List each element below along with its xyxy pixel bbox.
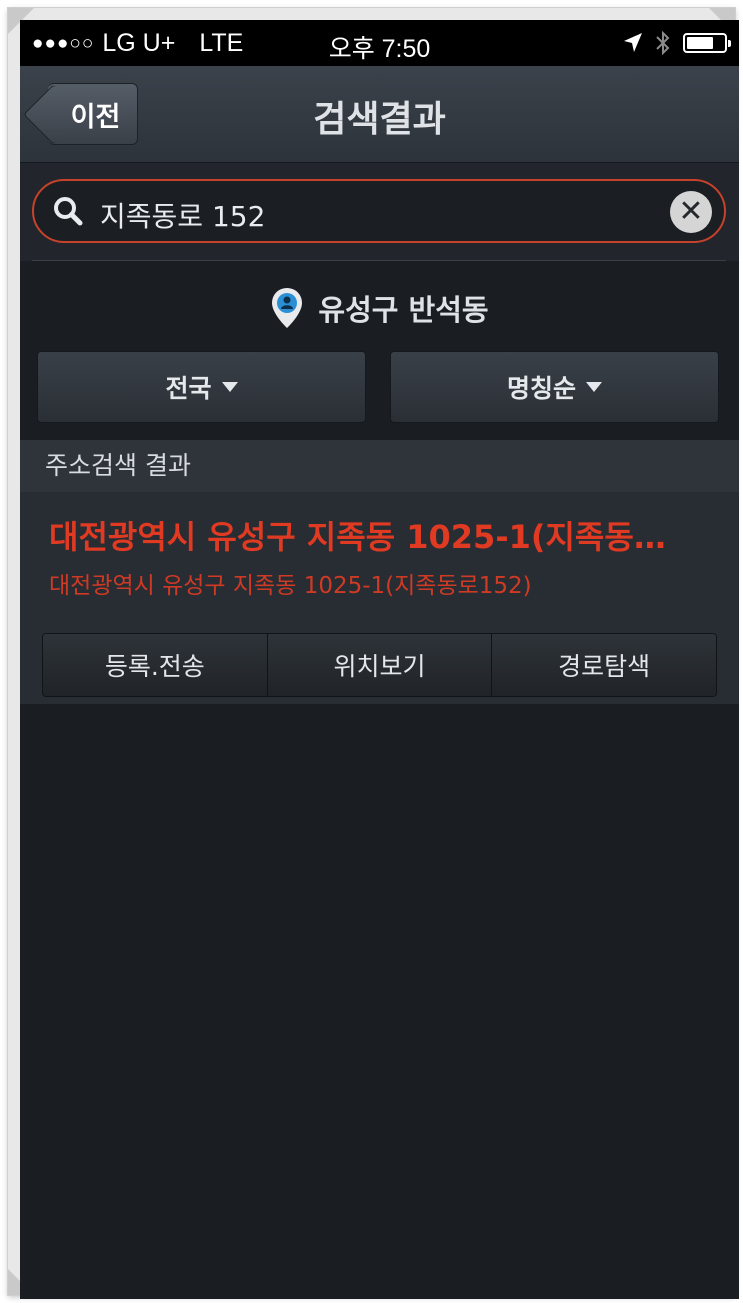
phone-screen: ●●●○○ LG U+ LTE 오후 7:50 이전 검색결과 지족동로 152… [20,20,739,1299]
page-title: 검색결과 [313,99,446,140]
caret-down-icon [586,382,602,392]
search-icon [54,197,83,226]
battery-level [687,37,713,49]
current-location: 유성구 반석동 [20,278,739,338]
screenshot-frame: ●●●○○ LG U+ LTE 오후 7:50 이전 검색결과 지족동로 152… [8,8,739,1299]
search-input-value: 지족동로 152 [100,200,266,233]
navigation-bar: 이전 검색결과 [20,66,739,163]
search-input[interactable]: 지족동로 152 ✕ [32,179,726,243]
sort-order-label: 명칭순 [506,374,576,403]
register-send-button[interactable]: 등록.전송 [43,634,268,696]
view-location-button[interactable]: 위치보기 [267,634,493,696]
route-search-button[interactable]: 경로탐색 [492,634,716,696]
result-actions: 등록.전송 위치보기 경로탐색 [42,633,717,697]
region-filter-dropdown[interactable]: 전국 [37,351,366,423]
caret-down-icon [221,382,238,392]
sort-order-dropdown[interactable]: 명칭순 [390,351,719,423]
battery-icon [683,33,731,53]
region-filter-label: 전국 [165,374,212,403]
section-header: 주소검색 결과 [20,440,739,492]
location-arrow-icon [624,33,642,52]
map-pin-icon [272,288,303,328]
status-bar: ●●●○○ LG U+ LTE 오후 7:50 [20,20,739,66]
back-button-label: 이전 [70,101,121,133]
location-text: 유성구 반석동 [318,293,489,327]
search-area: 지족동로 152 ✕ [20,163,739,261]
result-title: 대전광역시 유성구 지족동 1025-1(지족동… [49,518,666,556]
result-subtitle: 대전광역시 유성구 지족동 1025-1(지족동로152) [49,573,532,599]
status-right [623,30,731,56]
bluetooth-icon [656,30,670,56]
result-item[interactable]: 대전광역시 유성구 지족동 1025-1(지족동… 대전광역시 유성구 지족동 … [20,492,739,704]
divider [32,260,726,261]
clear-icon[interactable]: ✕ [670,191,712,233]
